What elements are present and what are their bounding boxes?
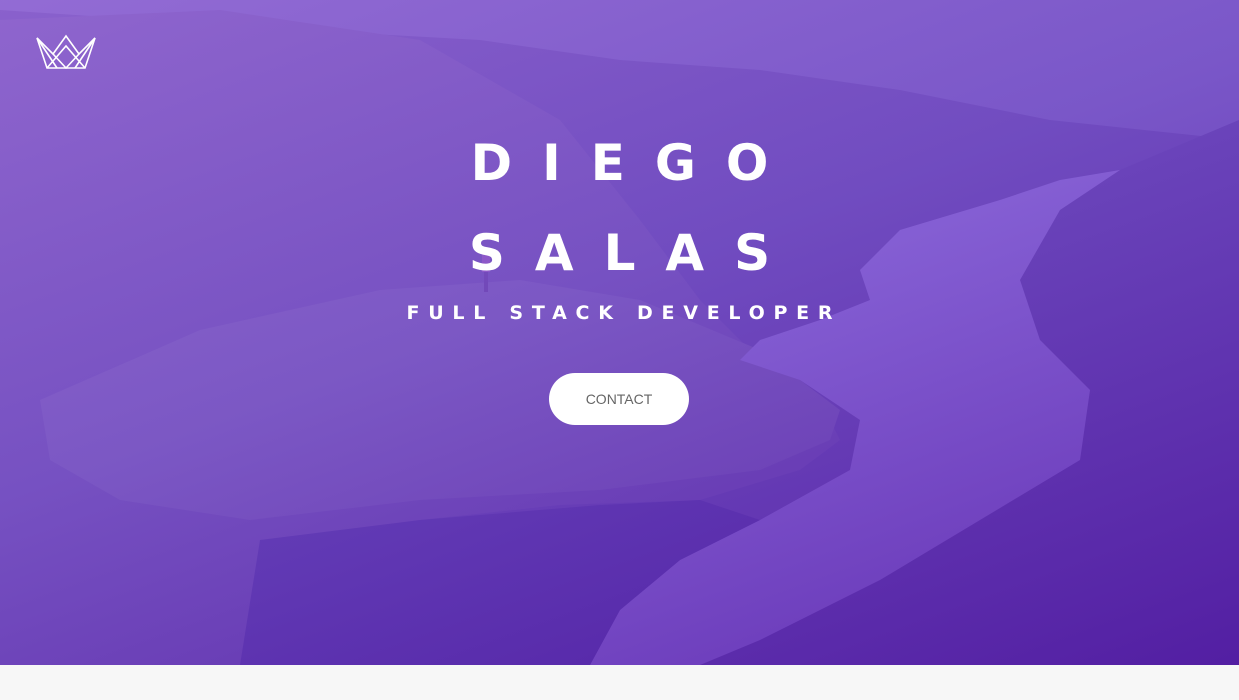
hero-name: DIEGO SALAS — [0, 118, 1239, 298]
hero-subtitle: FULL STACK DEVELOPER — [406, 302, 842, 324]
hero-gradient-overlay — [0, 0, 1239, 665]
crown-icon[interactable] — [35, 34, 97, 70]
hero-last-name: SALAS — [468, 224, 801, 282]
contact-button[interactable]: CONTACT — [549, 373, 689, 425]
below-hero-section — [0, 665, 1239, 700]
hero-first-name: DIEGO — [470, 134, 799, 192]
hero-content: DIEGO SALAS FULL STACK DEVELOPER — [0, 118, 1239, 326]
hero-section: DIEGO SALAS FULL STACK DEVELOPER CONTACT — [0, 0, 1239, 665]
